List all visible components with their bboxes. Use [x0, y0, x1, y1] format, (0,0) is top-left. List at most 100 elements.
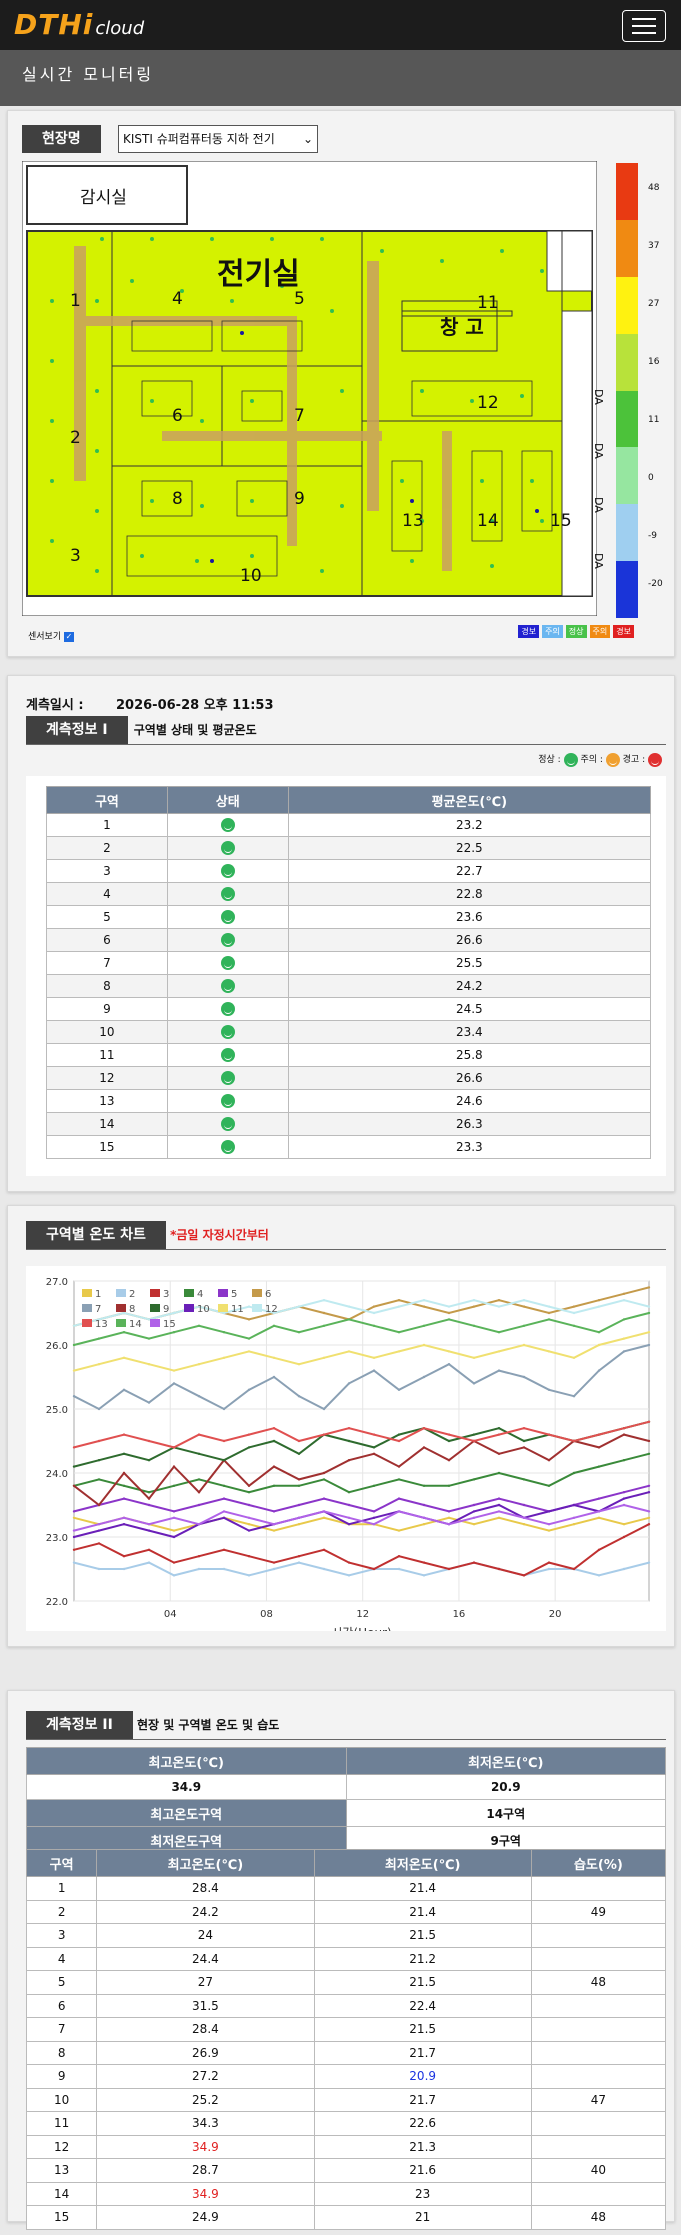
data-point	[572, 1311, 576, 1315]
table-row: 15 24.9 21 48	[25, 2205, 667, 2230]
avg-temp-cell: 23.4	[287, 1020, 652, 1044]
legend-swatch-10	[184, 1304, 194, 1312]
data-point	[422, 1343, 426, 1347]
data-point	[597, 1299, 601, 1302]
data-point	[472, 1503, 476, 1507]
data-point	[147, 1503, 151, 1507]
humidity-cell	[530, 2134, 667, 2159]
data-point	[647, 1439, 651, 1443]
data-point	[272, 1356, 276, 1359]
max-temp-cell: 28.4	[96, 2017, 315, 2042]
data-point	[447, 1510, 451, 1513]
legend-label-11: 11	[231, 1304, 244, 1315]
warning-face-icon	[648, 752, 662, 767]
sensor-toggle[interactable]: 센서보기 ✓	[28, 629, 74, 642]
zone-cell: 15	[25, 2205, 98, 2230]
legend-label-7: 7	[95, 1304, 101, 1315]
data-point	[547, 1484, 551, 1487]
zone-6: 6	[172, 406, 183, 426]
x-tick-label: 16	[453, 1609, 466, 1620]
data-point	[222, 1331, 226, 1334]
data-point	[272, 1567, 276, 1571]
data-point	[247, 1318, 251, 1321]
brand-logo[interactable]: DTHi cloud	[14, 8, 144, 41]
avg-temp-cell: 26.3	[287, 1112, 652, 1136]
status-cell	[166, 951, 289, 975]
room-storage: 창 고	[440, 315, 484, 339]
data-point	[222, 1497, 226, 1500]
data-point	[97, 1407, 101, 1411]
data-point	[422, 1484, 426, 1487]
table-row: 10 25.2 21.7 47	[25, 2087, 667, 2112]
data-point	[497, 1433, 501, 1436]
summary-max-value: 34.9	[26, 1774, 347, 1800]
data-point	[397, 1439, 401, 1443]
data-point	[197, 1395, 201, 1398]
data-point	[197, 1433, 201, 1436]
data-point	[647, 1516, 651, 1519]
checkbox-checked-icon[interactable]: ✓	[64, 631, 74, 642]
data-point	[172, 1369, 176, 1372]
avg-temp-cell: 26.6	[287, 928, 652, 952]
legend-swatch-15	[150, 1319, 160, 1327]
legend-swatch-14	[116, 1319, 126, 1327]
data-point	[622, 1337, 626, 1340]
table-row: 1 23.2	[46, 813, 652, 837]
zone-10: 10	[240, 566, 262, 586]
data-point	[247, 1491, 251, 1494]
data-point	[547, 1388, 551, 1391]
humidity-cell	[530, 2040, 667, 2065]
table-row: 13 28.7 21.6 40	[25, 2158, 667, 2183]
data-point	[472, 1516, 476, 1519]
status-legend: 정상 : 주의 : 경고 :	[538, 752, 662, 767]
info1-title: 구역별 상태 및 평균온도	[133, 723, 257, 737]
data-point	[622, 1318, 626, 1321]
legend-label-3: 3	[163, 1289, 169, 1300]
data-point	[197, 1324, 201, 1327]
data-point	[197, 1478, 201, 1481]
data-point	[622, 1567, 626, 1571]
max-temp-cell: 24	[96, 1923, 315, 1948]
legend-swatch-12	[252, 1304, 262, 1312]
x-tick-label: 12	[356, 1609, 369, 1620]
data-point	[322, 1356, 326, 1359]
data-point	[522, 1439, 526, 1443]
summary-max-header: 최고온도(℃)	[26, 1747, 347, 1775]
data-point	[347, 1516, 351, 1519]
legend-swatch-2	[116, 1289, 126, 1297]
humidity-cell	[530, 1876, 667, 1901]
data-point	[172, 1331, 176, 1334]
data-point	[647, 1343, 651, 1347]
data-point	[172, 1510, 176, 1513]
data-point	[97, 1478, 101, 1481]
data-point	[397, 1567, 401, 1571]
data-point	[597, 1433, 601, 1436]
data-point	[497, 1503, 501, 1507]
hamburger-menu-button[interactable]	[622, 10, 666, 42]
avg-temp-cell: 24.5	[287, 997, 652, 1021]
data-point	[297, 1516, 301, 1519]
legend-label-13: 13	[95, 1319, 108, 1330]
site-select[interactable]: KISTI 슈퍼컴퓨터동 지하 전기 ⌄	[118, 125, 318, 153]
max-temp-cell: 27	[96, 1970, 315, 1995]
legend-11: 11	[648, 415, 660, 425]
data-point	[97, 1363, 101, 1366]
measure-label: 계측일시 :	[26, 698, 84, 713]
legend-swatch-9	[150, 1304, 160, 1312]
data-point	[322, 1407, 326, 1411]
table-row: 12 34.9 21.3	[25, 2134, 667, 2159]
avg-temp-cell: 22.7	[287, 859, 652, 883]
data-point	[497, 1427, 501, 1430]
data-point	[247, 1350, 251, 1353]
zone-2: 2	[70, 428, 81, 448]
data-point	[97, 1439, 101, 1443]
page-title: 실시간 모니터링	[0, 50, 681, 106]
min-temp-cell: 22.4	[313, 1993, 532, 2018]
floor-plan: 감시실 전기실 창 고 1 2 3 4 5 6 7 8 9 10 11 12 1…	[21, 160, 605, 617]
data-point	[147, 1459, 151, 1462]
zone-14: 14	[477, 511, 499, 531]
data-point	[447, 1484, 451, 1487]
data-point	[547, 1433, 551, 1436]
humidity-cell: 48	[530, 1970, 667, 1995]
table-row: 8 26.9 21.7	[25, 2040, 667, 2065]
